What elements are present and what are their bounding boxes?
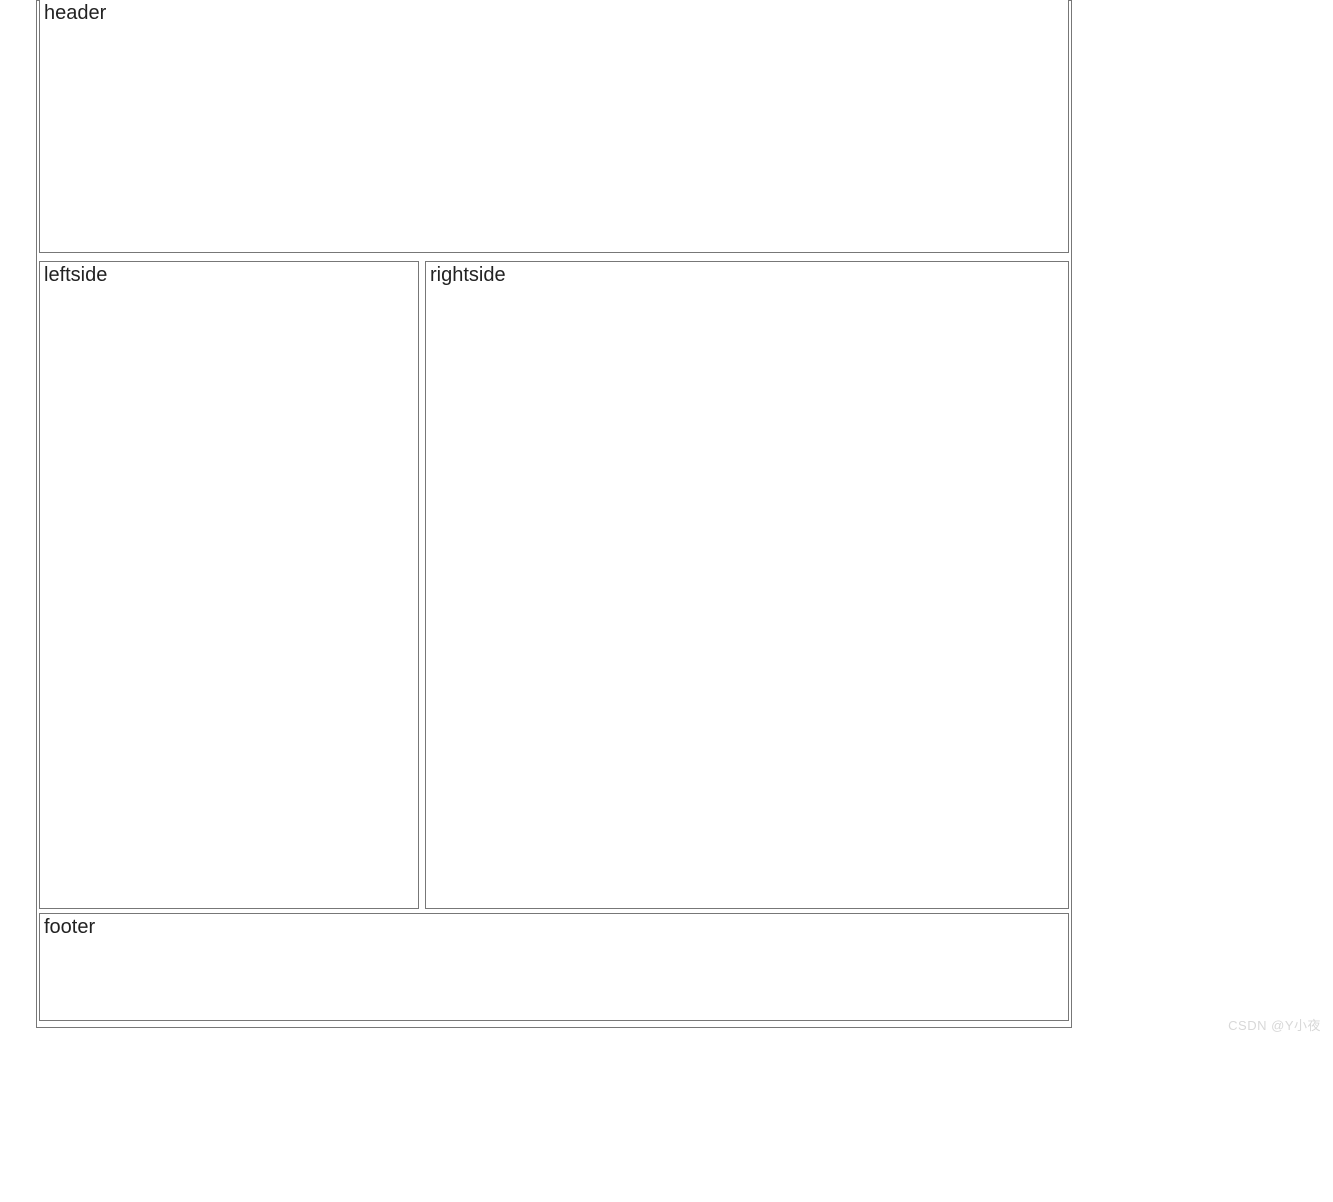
middle-row: leftside rightside	[39, 261, 1069, 909]
leftside-panel: leftside	[39, 261, 419, 909]
watermark-text: CSDN @Y小夜	[1228, 1015, 1321, 1034]
header-panel: header	[39, 0, 1069, 253]
leftside-label: leftside	[44, 264, 107, 286]
rightside-panel: rightside	[425, 261, 1069, 909]
rightside-label: rightside	[430, 264, 506, 286]
footer-label: footer	[44, 916, 95, 938]
footer-panel: footer	[39, 913, 1069, 1021]
layout-container: header leftside rightside footer	[36, 0, 1072, 1028]
header-label: header	[44, 2, 106, 24]
